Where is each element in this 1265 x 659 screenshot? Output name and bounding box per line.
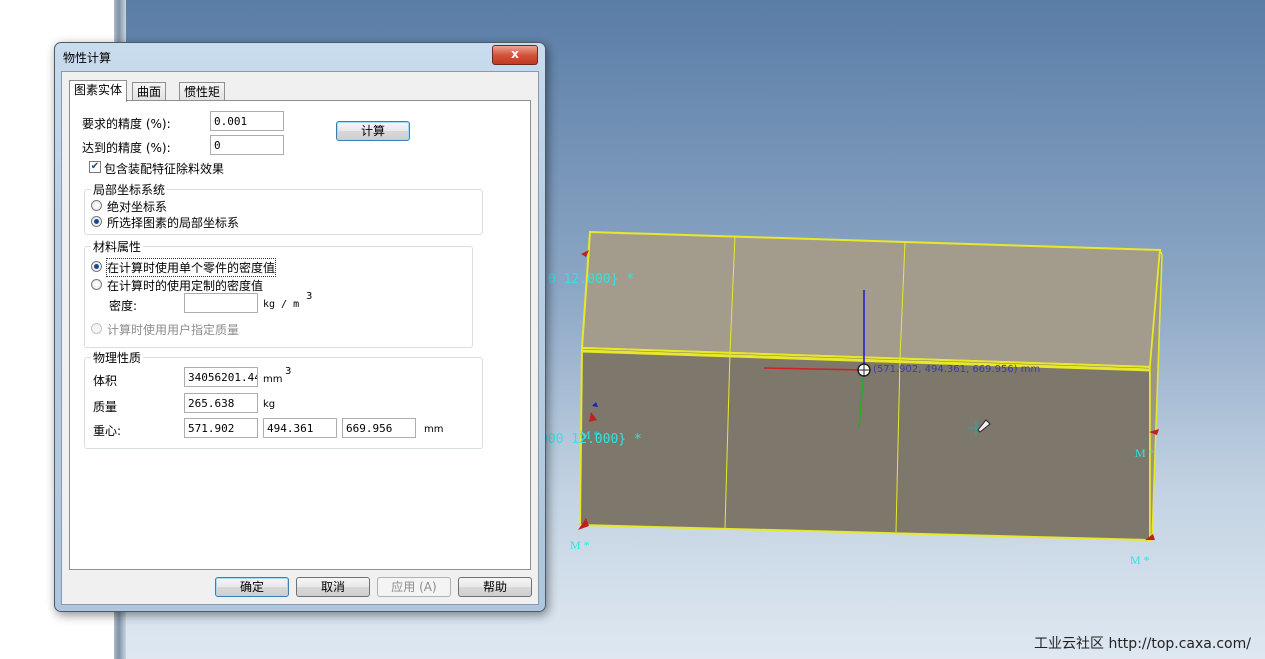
mass-label: 质量 — [93, 400, 118, 414]
group-title: 局部坐标系统 — [91, 181, 168, 198]
precision-required-input[interactable]: 0.001 — [210, 111, 284, 131]
tab-solid-elements[interactable]: 图素实体 — [69, 80, 128, 102]
local-coords-group: 局部坐标系统 绝对坐标系 所选择图素的局部坐标系 — [84, 181, 483, 235]
dialog-title[interactable]: 物性计算 — [63, 49, 111, 66]
help-button[interactable]: 帮助 — [458, 577, 532, 597]
precision-required-label: 要求的精度 (%): — [82, 117, 171, 131]
tab-surface[interactable]: 曲面 — [132, 82, 167, 101]
absolute-coords-radio[interactable] — [91, 200, 102, 211]
density-unit: kg / m — [263, 299, 300, 310]
centroid-z-output[interactable]: 669.956 — [342, 418, 416, 438]
selected-element-coords-radio[interactable] — [91, 216, 102, 227]
volume-output[interactable]: 34056201.447 — [184, 367, 258, 387]
user-mass-label[interactable]: 计算时使用用户指定质量 — [107, 321, 239, 338]
volume-label: 体积 — [93, 374, 118, 388]
centroid-y-output[interactable]: 494.361 — [263, 418, 337, 438]
mass-properties-dialog[interactable]: 物性计算 x 图素实体 曲面 惯性矩 要求的精度 (%): 0.001 达到的精… — [54, 42, 546, 612]
custom-density-radio[interactable] — [91, 279, 102, 290]
close-button[interactable]: x — [492, 45, 538, 65]
centroid-coordinate-label: (571.902, 494.361, 669.956) mm — [873, 364, 1041, 375]
centroid-unit: mm — [424, 424, 444, 435]
tab-moment-of-inertia[interactable]: 惯性矩 — [179, 82, 226, 101]
group-title: 材料属性 — [91, 238, 144, 255]
density-label: 密度: — [109, 299, 138, 313]
custom-density-label[interactable]: 在计算时的使用定制的密度值 — [107, 277, 263, 294]
material-properties-group: 材料属性 在计算时使用单个零件的密度值 在计算时的使用定制的密度值 密度: kg… — [84, 238, 473, 348]
apply-button[interactable]: 应用 (A) — [377, 577, 451, 597]
single-part-density-radio[interactable] — [91, 261, 102, 272]
physical-properties-group: 物理性质 体积 34056201.447 mm 3 质量 265.638 kg … — [84, 349, 483, 449]
absolute-coords-label[interactable]: 绝对坐标系 — [107, 198, 167, 215]
mass-output[interactable]: 265.638 — [184, 393, 258, 413]
mass-unit: kg — [263, 399, 276, 410]
single-part-density-label[interactable]: 在计算时使用单个零件的密度值 — [105, 258, 277, 277]
include-assembly-label[interactable]: 包含装配特征除料效果 — [104, 160, 224, 177]
centroid-label: 重心: — [93, 424, 122, 438]
anchor-label: M * — [1135, 446, 1155, 460]
include-assembly-checkbox[interactable]: ✔ — [89, 161, 101, 173]
density-input[interactable] — [184, 293, 258, 313]
density-unit-exponent: 3 — [306, 291, 313, 302]
user-mass-radio[interactable] — [91, 323, 102, 334]
anchor-label: M * — [580, 428, 600, 442]
calculate-button[interactable]: 计算 — [336, 121, 410, 141]
dialog-client-area: 图素实体 曲面 惯性矩 要求的精度 (%): 0.001 达到的精度 (%): … — [61, 71, 539, 605]
cancel-button[interactable]: 取消 — [296, 577, 370, 597]
volume-unit: mm — [263, 374, 283, 385]
watermark: 工业云社区 http://top.caxa.com/ — [1034, 636, 1251, 652]
precision-achieved-input[interactable]: 0 — [210, 135, 284, 155]
ok-button[interactable]: 确定 — [215, 577, 289, 597]
selected-element-coords-label[interactable]: 所选择图素的局部坐标系 — [107, 214, 239, 231]
group-title: 物理性质 — [91, 349, 144, 366]
volume-unit-exponent: 3 — [285, 366, 292, 377]
anchor-label: M * — [570, 538, 590, 552]
centroid-x-output[interactable]: 571.902 — [184, 418, 258, 438]
box-top-face — [580, 230, 1162, 369]
dimension-label: 0 12.000} * — [548, 272, 635, 287]
anchor-label: M * — [1130, 553, 1150, 567]
box-front-face — [578, 346, 1151, 542]
tab-panel: 要求的精度 (%): 0.001 达到的精度 (%): 0 计算 ✔ 包含装配特… — [69, 100, 531, 570]
precision-achieved-label: 达到的精度 (%): — [82, 141, 171, 155]
